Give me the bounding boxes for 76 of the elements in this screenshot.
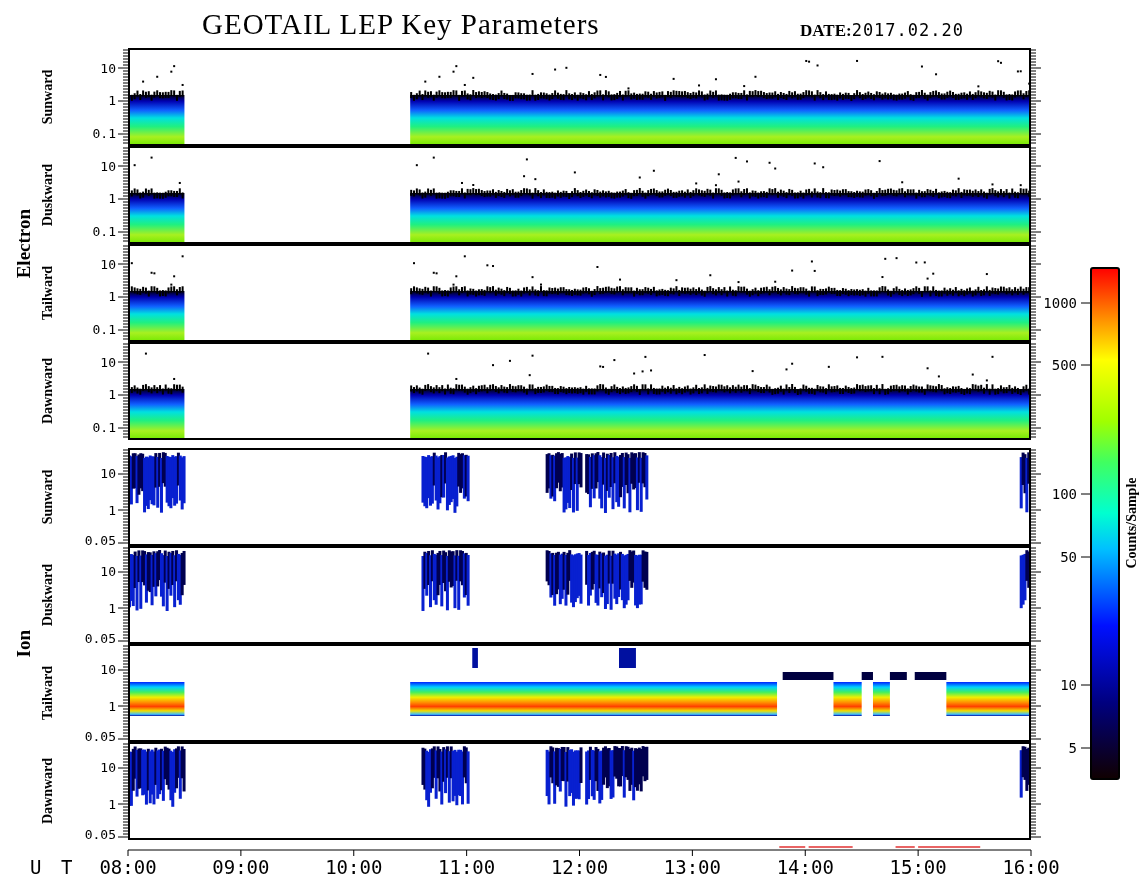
x-axis-label: U T	[30, 856, 77, 878]
x-tick-label: 15:00	[889, 856, 947, 878]
ion-flux-cluster	[421, 746, 470, 807]
y-tick-label: 1	[108, 797, 116, 812]
x-tick-label: 09:00	[212, 856, 270, 878]
y-tick-label: 1	[108, 601, 116, 616]
ion-flux-cluster	[861, 672, 873, 680]
ion-flux-cluster	[545, 550, 583, 608]
group-label: Electron	[13, 209, 33, 279]
ion-flux-band	[833, 682, 862, 716]
colorbar-tick-label: 5	[1068, 740, 1077, 756]
panel-label: Tailward	[40, 666, 55, 720]
colorbar-label: Counts/Sample	[1124, 477, 1139, 569]
y-tick-label: 10	[100, 159, 116, 174]
panel-label: Dawnward	[40, 357, 55, 425]
date-label: DATE:2017.02.20	[800, 22, 964, 39]
y-tick-label: 1	[108, 387, 116, 402]
y-tick-label: 0.05	[84, 827, 116, 840]
y-tick-label: 1	[108, 503, 116, 518]
ion-flux-cluster	[782, 672, 834, 680]
chart-title: GEOTAIL LEP Key Parameters	[202, 10, 600, 39]
ion-flux-cluster	[1019, 550, 1031, 609]
y-tick-label: 10	[100, 564, 116, 579]
group-label: Ion	[13, 630, 33, 658]
panel-label: Duskward	[40, 563, 55, 627]
ion-flux-cluster	[619, 648, 636, 668]
ion-flux-cluster	[545, 746, 583, 807]
panel-label: Sunward	[40, 469, 55, 525]
y-tick-label: 1	[108, 289, 116, 304]
y-tick-label: 0.1	[92, 322, 116, 337]
y-tick-label: 10	[100, 61, 116, 76]
y-tick-label: 0.1	[92, 126, 116, 141]
y-tick-label: 10	[100, 355, 116, 370]
ion-flux-cluster	[128, 550, 186, 611]
y-tick-label: 0.1	[92, 224, 116, 239]
ion-flux-band	[128, 682, 185, 716]
y-tick-label: 1	[108, 699, 116, 714]
colorbar-tick-label: 100	[1051, 486, 1077, 502]
x-tick-label: 14:00	[776, 856, 834, 878]
colorbar-tick-label: 50	[1060, 549, 1077, 565]
panel-label: Sunward	[40, 69, 55, 125]
x-tick-label: 10:00	[325, 856, 383, 878]
ion-flux-cluster	[1019, 452, 1031, 513]
y-tick-label: 0.05	[84, 631, 116, 644]
ion-flux-cluster	[914, 672, 947, 680]
y-tick-label: 0.1	[92, 420, 116, 435]
panel-label: Tailward	[40, 266, 55, 320]
y-tick-label: 0.05	[84, 533, 116, 546]
colorbar-tick-label: 10	[1060, 677, 1077, 693]
x-tick-label: 08:00	[99, 856, 157, 878]
panel-label: Dawnward	[40, 757, 55, 825]
y-tick-label: 10	[100, 662, 116, 677]
ion-flux-cluster	[128, 746, 186, 807]
y-tick-label: 10	[100, 257, 116, 272]
y-tick-label: 1	[108, 191, 116, 206]
ion-flux-cluster	[472, 648, 478, 668]
ion-flux-cluster	[585, 452, 649, 513]
ion-flux-cluster	[128, 452, 186, 513]
x-tick-label: 11:00	[438, 856, 496, 878]
ion-flux-cluster	[585, 746, 649, 805]
x-tick-label: 16:00	[1002, 856, 1060, 878]
x-tick-label: 12:00	[550, 856, 609, 878]
ion-flux-cluster	[889, 672, 907, 680]
y-tick-label: 10	[100, 466, 116, 481]
ion-flux-cluster	[421, 550, 470, 611]
y-tick-label: 10	[100, 760, 116, 775]
y-tick-label: 0.05	[84, 729, 116, 742]
y-tick-label: 1	[108, 93, 116, 108]
ion-flux-cluster	[585, 550, 649, 610]
ion-flux-cluster	[1019, 746, 1031, 801]
ion-flux-cluster	[421, 452, 470, 513]
colorbar-tick-label: 1000	[1045, 295, 1077, 311]
panel-label: Duskward	[40, 163, 55, 227]
colorbar-tick-label: 500	[1051, 357, 1077, 373]
ion-flux-cluster	[545, 452, 583, 513]
x-tick-label: 13:00	[663, 856, 721, 878]
